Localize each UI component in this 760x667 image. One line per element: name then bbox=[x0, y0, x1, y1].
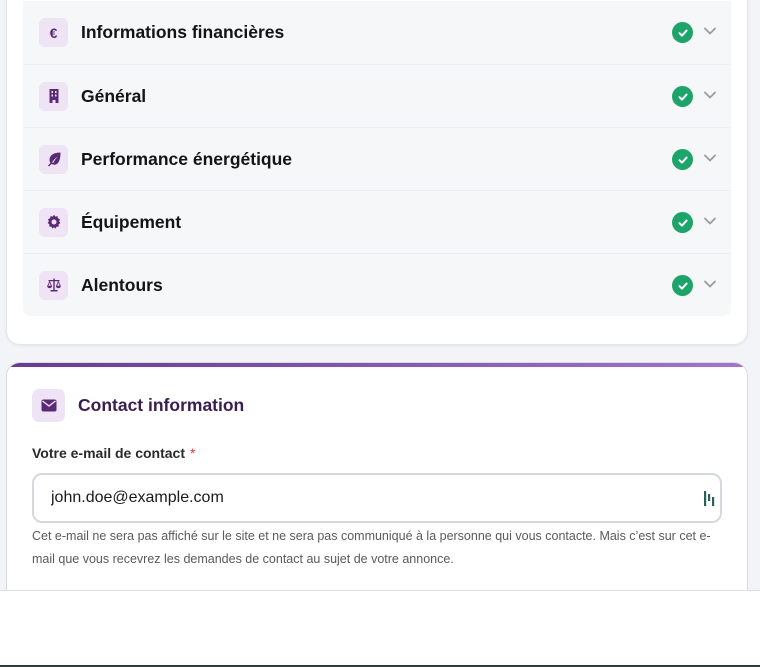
section-title: Contact information bbox=[78, 395, 245, 415]
password-manager-icon[interactable] bbox=[704, 491, 716, 506]
accordion-item-surroundings[interactable]: Alentours bbox=[23, 253, 731, 316]
page-footer-area bbox=[0, 590, 760, 667]
accordion-item-equipment[interactable]: Équipement bbox=[23, 190, 731, 253]
required-marker: * bbox=[190, 445, 196, 461]
contact-information-card: Contact information Votre e-mail de cont… bbox=[6, 362, 748, 622]
gear-icon bbox=[39, 207, 68, 237]
check-circle-icon bbox=[672, 275, 693, 296]
accordion-item-energy[interactable]: Performance énergétique bbox=[23, 127, 731, 190]
accordion-item-label: Performance énergétique bbox=[81, 148, 293, 169]
chevron-down-icon[interactable] bbox=[703, 279, 717, 289]
accordion: € Informations financières Général Perfo… bbox=[23, 1, 731, 316]
chevron-down-icon[interactable] bbox=[703, 216, 717, 226]
property-sections-card: € Informations financières Général Perfo… bbox=[6, 0, 748, 345]
email-help-text: Cet e-mail ne sera pas affiché sur le si… bbox=[32, 529, 711, 566]
check-circle-icon bbox=[672, 212, 693, 233]
email-label-text: Votre e-mail de contact bbox=[32, 445, 186, 461]
contact-email-input[interactable] bbox=[32, 473, 722, 523]
building-icon bbox=[39, 81, 68, 111]
chevron-down-icon[interactable] bbox=[703, 26, 717, 36]
accordion-item-general[interactable]: Général bbox=[23, 64, 731, 127]
accordion-item-financial[interactable]: € Informations financières bbox=[23, 1, 731, 64]
accordion-item-label: Alentours bbox=[81, 274, 163, 295]
check-circle-icon bbox=[672, 22, 693, 43]
euro-icon: € bbox=[39, 18, 68, 47]
scale-icon bbox=[39, 270, 68, 300]
accordion-item-label: Informations financières bbox=[81, 22, 285, 42]
leaf-icon bbox=[39, 144, 68, 174]
card-accent-bar bbox=[7, 363, 747, 367]
chevron-down-icon[interactable] bbox=[703, 153, 717, 163]
envelope-icon bbox=[32, 389, 65, 422]
email-field-label: Votre e-mail de contact * bbox=[32, 445, 195, 461]
accordion-item-label: Général bbox=[81, 85, 147, 106]
accordion-item-label: Équipement bbox=[81, 211, 182, 232]
chevron-down-icon[interactable] bbox=[703, 90, 717, 100]
check-circle-icon bbox=[672, 149, 693, 170]
check-circle-icon bbox=[672, 86, 693, 107]
